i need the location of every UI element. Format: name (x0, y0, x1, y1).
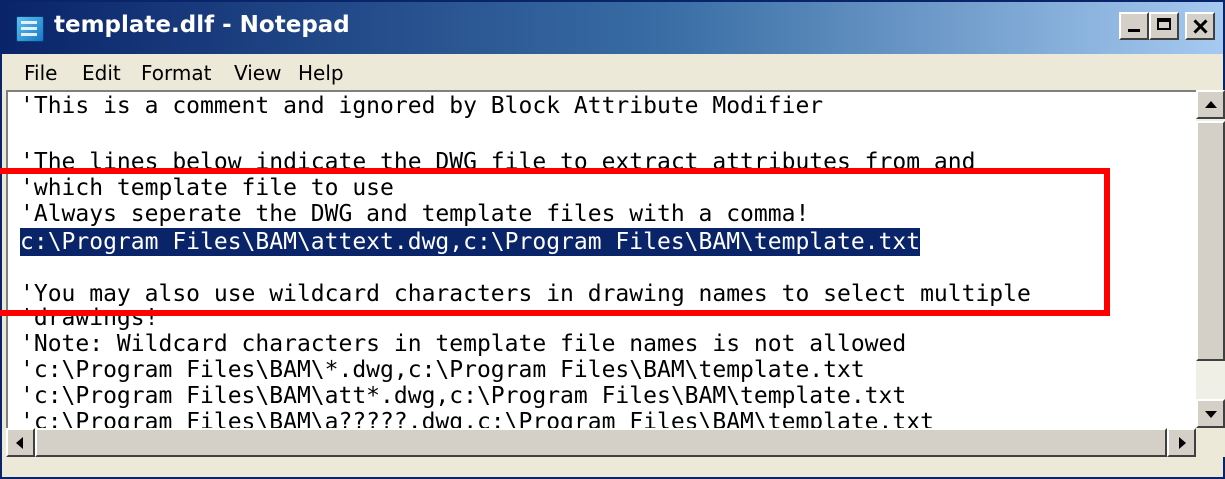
arrow-left-icon (16, 437, 23, 449)
editor-line: 'The lines below indicate the DWG file t… (20, 149, 976, 175)
scrollbar-corner (1196, 428, 1225, 457)
text-editor-area[interactable]: 'This is a comment and ignored by Block … (6, 90, 1196, 428)
minimize-button[interactable] (1119, 12, 1149, 40)
horizontal-scroll-thumb[interactable] (35, 428, 1167, 457)
menu-edit[interactable]: Edit (82, 61, 121, 85)
menu-file[interactable]: File (24, 61, 57, 85)
maximize-button[interactable] (1149, 12, 1179, 40)
arrow-right-icon (1179, 437, 1186, 449)
notepad-icon[interactable] (16, 16, 44, 42)
title-bar[interactable]: template.dlf - Notepad (2, 2, 1223, 54)
editor-line: 'You may also use wildcard characters in… (20, 281, 1031, 307)
scroll-down-button[interactable] (1196, 399, 1225, 428)
editor-line-selected: c:\Program Files\BAM\attext.dwg,c:\Progr… (20, 228, 921, 256)
editor-line: 'c:\Program Files\BAM\att*.dwg,c:\Progra… (20, 383, 907, 409)
close-button[interactable] (1185, 12, 1215, 40)
menu-view[interactable]: View (234, 61, 281, 85)
scroll-right-button[interactable] (1167, 428, 1196, 457)
vertical-scrollbar[interactable] (1196, 90, 1225, 428)
editor-line: 'c:\Program Files\BAM\*.dwg,c:\Program F… (20, 357, 865, 383)
arrow-down-icon (1205, 411, 1217, 418)
editor-line: 'which template file to use (20, 175, 394, 201)
window-title: template.dlf - Notepad (54, 12, 350, 38)
arrow-up-icon (1205, 101, 1217, 108)
menu-help[interactable]: Help (298, 61, 344, 85)
editor-line: 'Always seperate the DWG and template fi… (20, 201, 810, 227)
editor-line: 'drawings! (20, 305, 159, 331)
horizontal-scrollbar[interactable] (6, 428, 1196, 457)
editor-line: 'c:\Program Files\BAM\a?????.dwg,c:\Prog… (20, 409, 934, 428)
menu-bar: File Edit Format View Help (2, 54, 1223, 92)
menu-format[interactable]: Format (141, 61, 211, 85)
scroll-up-button[interactable] (1196, 90, 1225, 119)
vertical-scroll-thumb[interactable] (1196, 121, 1225, 361)
editor-line: 'This is a comment and ignored by Block … (20, 93, 824, 119)
editor-line: 'Note: Wildcard characters in template f… (20, 331, 907, 357)
scroll-left-button[interactable] (6, 428, 35, 457)
